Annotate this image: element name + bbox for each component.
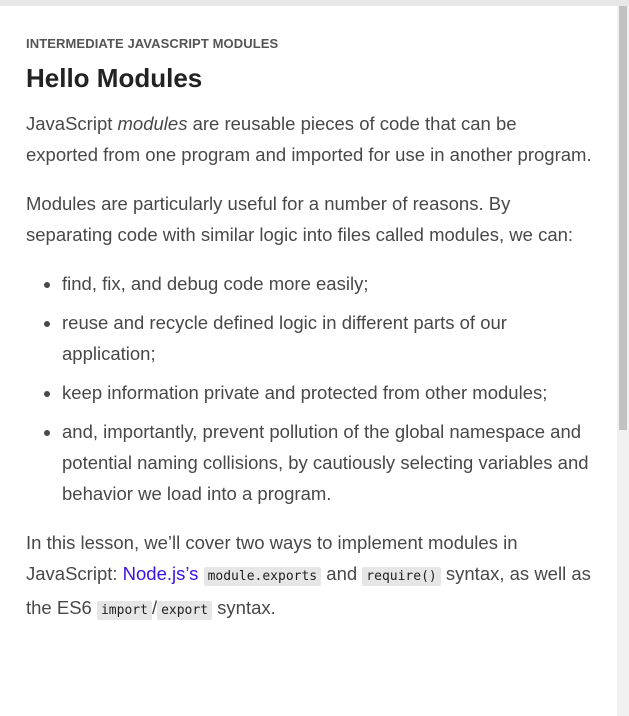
list-item: reuse and recycle defined logic in diffe…	[62, 307, 592, 369]
lesson-content: INTERMEDIATE JAVASCRIPT MODULES Hello Mo…	[26, 36, 592, 644]
code-module-exports: module.exports	[203, 567, 322, 586]
benefits-list: find, fix, and debug code more easily; r…	[26, 268, 592, 509]
scrollbar[interactable]	[617, 6, 629, 716]
course-label: INTERMEDIATE JAVASCRIPT MODULES	[26, 36, 279, 51]
page-title: Hello Modules	[26, 63, 203, 93]
list-item: keep information private and protected f…	[62, 377, 592, 408]
code-import: import	[96, 601, 152, 620]
code-export: export	[157, 601, 213, 620]
lesson-overview-paragraph: In this lesson, we’ll cover two ways to …	[26, 532, 591, 620]
list-item: find, fix, and debug code more easily;	[62, 268, 592, 299]
list-item: and, importantly, prevent pollution of t…	[62, 416, 592, 509]
intro-paragraph: JavaScript modules are reusable pieces o…	[26, 113, 592, 165]
nodejs-link[interactable]: Node.js’s	[123, 563, 199, 584]
reasons-paragraph: Modules are particularly useful for a nu…	[26, 193, 574, 245]
scrollbar-thumb[interactable]	[619, 6, 627, 430]
code-require: require()	[362, 567, 441, 586]
top-bar	[0, 0, 629, 6]
